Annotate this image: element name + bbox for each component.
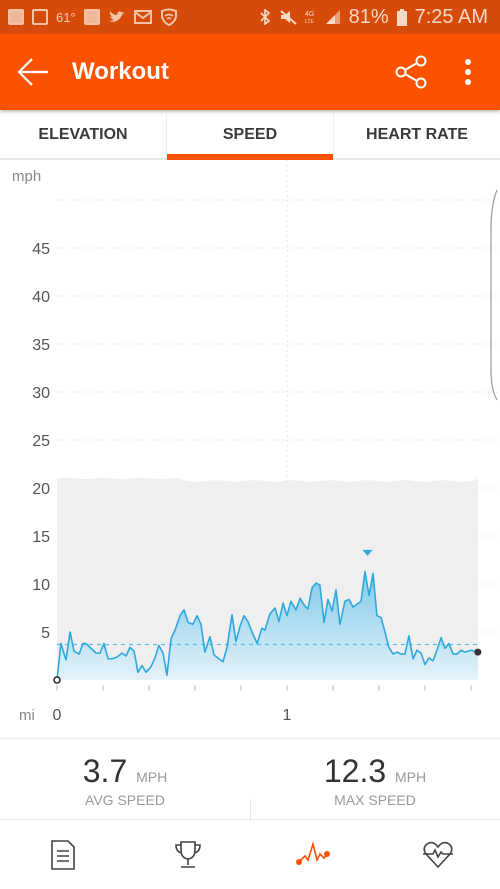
bottom-nav (0, 821, 500, 889)
y-tick-label: 15 (32, 529, 50, 546)
x-axis-label: mi (19, 707, 35, 724)
nav-heart-rate[interactable] (375, 821, 500, 889)
bible-app-icon (83, 9, 100, 25)
nav-achievements[interactable] (125, 821, 250, 889)
twitter-icon (108, 11, 125, 22)
signal-icon (325, 10, 340, 24)
speed-stats: 3.7 MPH AVG SPEED 12.3 MPH MAX SPEED (0, 738, 500, 821)
more-options-icon[interactable] (456, 54, 480, 90)
4g-lte-icon: 4GLTE (305, 11, 314, 25)
gallery-icon (32, 9, 48, 25)
scroll-handle[interactable] (490, 189, 498, 401)
avg-speed-unit: MPH (136, 769, 168, 785)
tab-elevation[interactable]: ELEVATION (0, 112, 167, 158)
x-tick-label: 0 (53, 707, 62, 724)
y-tick-label: 5 (41, 625, 50, 642)
battery-percent: 81% (348, 5, 389, 28)
heart-rate-icon (422, 841, 453, 869)
svg-text:LTE: LTE (305, 19, 314, 25)
tab-speed[interactable]: SPEED (167, 112, 334, 160)
y-tick-label: 30 (32, 385, 50, 402)
y-tick-label: 25 (32, 433, 50, 450)
x-tick-label: 1 (283, 707, 292, 724)
tab-heart-rate[interactable]: HEART RATE (334, 112, 500, 158)
nav-analysis[interactable] (250, 821, 375, 889)
start-point (53, 676, 61, 684)
status-bar: 61° 4G LTE 81% 7:25 AM (0, 0, 500, 34)
avg-speed-label: AVG SPEED (85, 792, 165, 808)
max-speed-value: 12.3 (323, 753, 387, 789)
y-tick-label: 10 (32, 577, 50, 594)
end-point (474, 648, 482, 656)
bible-app-icon (8, 9, 24, 25)
gmail-icon (133, 10, 152, 24)
clock: 7:25 AM (414, 5, 488, 28)
max-speed-stat: 12.3 MPH MAX SPEED (250, 739, 500, 821)
y-tick-label: 40 (32, 289, 50, 306)
page-title: Workout (72, 58, 169, 85)
y-tick-label: 45 (32, 241, 50, 258)
weather-temperature: 61° (56, 9, 76, 25)
y-tick-label: 20 (32, 481, 50, 498)
battery-icon (396, 8, 407, 26)
svg-text:4G: 4G (305, 11, 314, 18)
lookout-icon (160, 8, 177, 26)
app-bar: Workout (0, 34, 500, 110)
avg-speed-stat: 3.7 MPH AVG SPEED (0, 739, 250, 819)
mute-icon (279, 10, 297, 25)
trophy-icon (174, 841, 201, 868)
chart-tabs: ELEVATION SPEED HEART RATE (0, 112, 500, 160)
avg-speed-value: 3.7 (82, 753, 128, 789)
bluetooth-icon (260, 9, 270, 25)
y-axis-label: mph (12, 168, 41, 185)
max-speed-label: MAX SPEED (334, 792, 416, 808)
share-icon[interactable] (393, 54, 429, 90)
summary-document-icon (50, 840, 75, 870)
max-speed-unit: MPH (395, 769, 427, 785)
analysis-graph-icon (295, 841, 330, 865)
nav-summary[interactable] (0, 821, 125, 889)
y-tick-label: 35 (32, 337, 50, 354)
speed-chart[interactable]: mph 5 10 15 20 25 30 35 40 45 0 1 mi (0, 160, 500, 738)
speed-chart-svg: mph 5 10 15 20 25 30 35 40 45 0 1 mi (12, 160, 500, 724)
back-arrow-icon[interactable] (16, 54, 52, 90)
